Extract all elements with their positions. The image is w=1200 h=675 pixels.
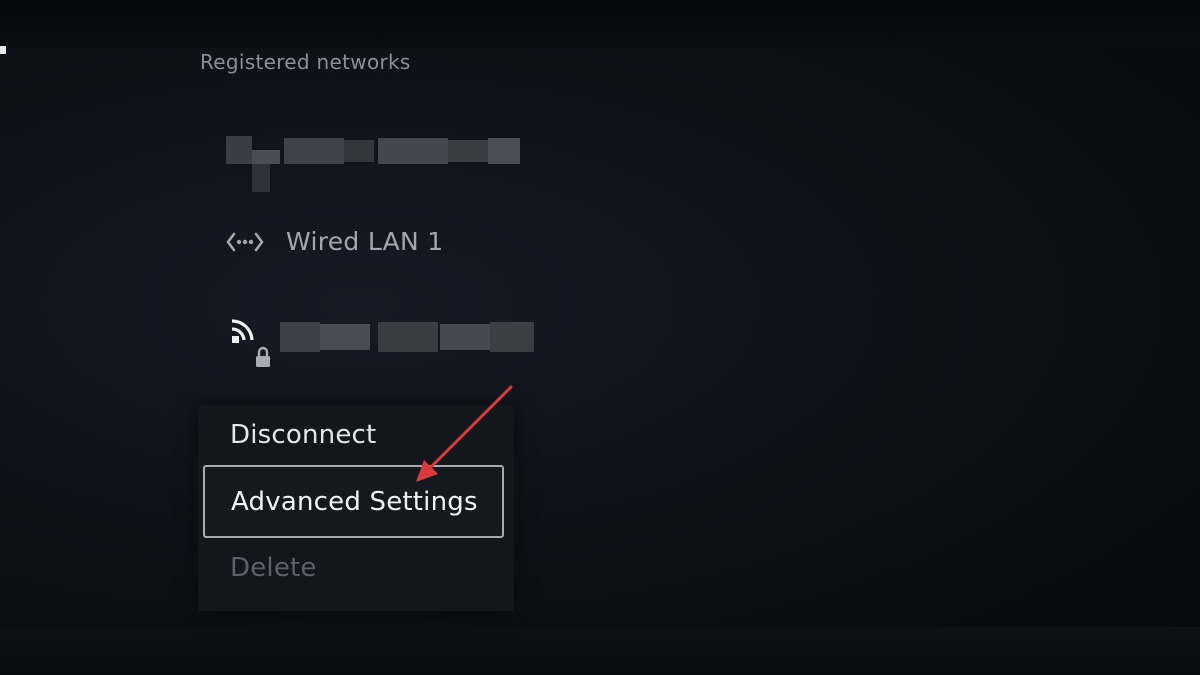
- settings-screen: Registered networks Wired LAN 1 Disconne…: [0, 0, 1200, 675]
- bottom-bar: [0, 627, 1200, 675]
- annotation-arrow-icon: [416, 385, 513, 482]
- network-item-3[interactable]: [280, 320, 540, 354]
- corner-marker: [0, 46, 6, 54]
- advanced-settings-label: Advanced Settings: [231, 487, 478, 517]
- wired-lan-icon: [226, 232, 264, 252]
- disconnect-option[interactable]: Disconnect: [230, 420, 376, 450]
- wifi-lock-icon: [231, 319, 270, 367]
- network-item-1[interactable]: [226, 136, 526, 196]
- network-item-wired-lan[interactable]: Wired LAN 1: [286, 227, 444, 256]
- section-title: Registered networks: [200, 50, 411, 74]
- delete-option[interactable]: Delete: [230, 553, 317, 583]
- top-bar: [0, 0, 1200, 48]
